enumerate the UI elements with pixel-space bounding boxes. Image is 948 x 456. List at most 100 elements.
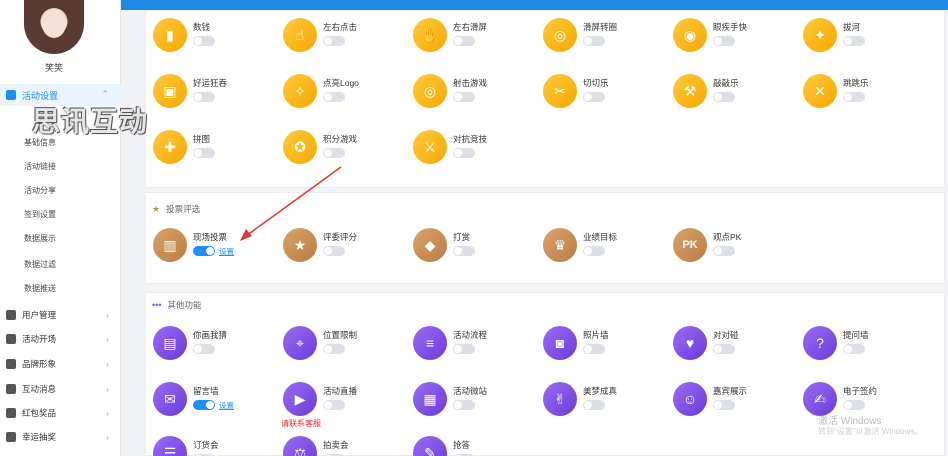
feature-tile[interactable]: ✪ 积分游戏 xyxy=(283,127,413,171)
slice-icon[interactable]: ✂ xyxy=(543,74,577,108)
feature-toggle[interactable] xyxy=(713,92,735,102)
feature-toggle[interactable] xyxy=(453,92,475,102)
sidebar-menu-item[interactable]: 活动开场 › xyxy=(0,327,121,351)
torch-icon[interactable]: ✧ xyxy=(283,74,317,108)
feature-toggle[interactable] xyxy=(193,92,215,102)
feature-tile[interactable]: ◎ 滑屏转圈 xyxy=(543,15,673,59)
puzzle-icon[interactable]: ✚ xyxy=(153,130,187,164)
clapper-icon[interactable]: ▤ xyxy=(153,326,187,360)
question-icon[interactable]: ? xyxy=(803,326,837,360)
avatar[interactable] xyxy=(24,0,84,54)
feature-toggle[interactable] xyxy=(323,400,345,410)
feature-tile[interactable]: ♛ 业绩目标 xyxy=(543,225,673,269)
spin-icon[interactable]: ◎ xyxy=(543,18,577,52)
battle-icon[interactable]: ⚔ xyxy=(413,130,447,164)
tap-icon[interactable]: ☝ xyxy=(283,18,317,52)
feature-tile[interactable]: ⌖ 位置限制 xyxy=(283,323,413,367)
feature-tile[interactable]: ☺ 嘉宾展示 xyxy=(673,379,803,423)
money-icon[interactable]: ▮ xyxy=(153,18,187,52)
feature-toggle[interactable] xyxy=(323,344,345,354)
feature-tile[interactable]: ✋ 左右滑屏 xyxy=(413,15,543,59)
feature-tile[interactable]: ✉ 留言墙 设置 xyxy=(153,379,283,423)
feature-toggle[interactable] xyxy=(453,246,475,256)
feature-toggle[interactable] xyxy=(583,92,605,102)
settings-link[interactable]: 设置 xyxy=(219,246,234,257)
feature-toggle[interactable] xyxy=(453,400,475,410)
feature-tile[interactable]: ▤ 你画我猜 xyxy=(153,323,283,367)
feature-tile[interactable]: ▮ 数钱 xyxy=(153,15,283,59)
feature-tile[interactable]: ⚒ 敲敲乐 xyxy=(673,71,803,115)
bucket-icon[interactable]: ▣ xyxy=(153,74,187,108)
camera-icon[interactable]: ◙ xyxy=(543,326,577,360)
feature-tile[interactable]: ≡ 活动流程 xyxy=(413,323,543,367)
feature-toggle[interactable] xyxy=(713,400,735,410)
feature-toggle[interactable] xyxy=(323,246,345,256)
feature-toggle[interactable] xyxy=(453,148,475,158)
phone-icon[interactable]: ▦ xyxy=(413,382,447,416)
feature-toggle[interactable] xyxy=(583,344,605,354)
feature-tile[interactable]: ? 提问墙 xyxy=(803,323,933,367)
tug-icon[interactable]: ✦ xyxy=(803,18,837,52)
feature-tile[interactable]: ◙ 照片墙 xyxy=(543,323,673,367)
submenu-item[interactable]: 活动分享 xyxy=(0,178,121,202)
bar-icon[interactable]: ▥ xyxy=(153,228,187,262)
feature-toggle[interactable] xyxy=(713,36,735,46)
submenu-item[interactable]: 活动链接 xyxy=(0,154,121,178)
swipe-icon[interactable]: ✋ xyxy=(413,18,447,52)
trophy-icon[interactable]: ♛ xyxy=(543,228,577,262)
answer-icon[interactable]: ✎ xyxy=(413,436,447,456)
feature-tile[interactable]: ▶ 活动直播 请联系客服 xyxy=(281,379,413,428)
order-icon[interactable]: ☰ xyxy=(153,436,187,456)
feature-toggle[interactable] xyxy=(583,400,605,410)
feature-tile[interactable]: ✧ 点亮Logo xyxy=(283,71,413,115)
feature-tile[interactable]: ♥ 对对碰 xyxy=(673,323,803,367)
submenu-item[interactable]: 数据展示 xyxy=(0,226,121,250)
pk-icon[interactable]: PK xyxy=(673,228,707,262)
feature-tile[interactable]: ✦ 拔河 xyxy=(803,15,933,59)
sign-icon[interactable]: ✍ xyxy=(803,382,837,416)
feature-toggle[interactable] xyxy=(713,246,735,256)
submenu-item[interactable]: 数据推送 xyxy=(0,276,121,300)
hammer-icon[interactable]: ⚒ xyxy=(673,74,707,108)
feature-toggle[interactable] xyxy=(843,36,865,46)
feature-tile[interactable]: ✂ 切切乐 xyxy=(543,71,673,115)
score-icon[interactable]: ✪ xyxy=(283,130,317,164)
feature-tile[interactable]: ★ 评委评分 xyxy=(283,225,413,269)
feature-toggle[interactable] xyxy=(453,344,475,354)
feature-toggle[interactable] xyxy=(843,344,865,354)
feature-tile[interactable]: ☝ 左右点击 xyxy=(283,15,413,59)
judge-icon[interactable]: ★ xyxy=(283,228,317,262)
message-icon[interactable]: ✉ xyxy=(153,382,187,416)
target-icon[interactable]: ◎ xyxy=(413,74,447,108)
feature-toggle[interactable] xyxy=(193,148,215,158)
feature-toggle[interactable] xyxy=(583,246,605,256)
layers-icon[interactable]: ≡ xyxy=(413,326,447,360)
feature-tile[interactable]: ◎ 射击游戏 xyxy=(413,71,543,115)
sidebar-menu-item[interactable]: 幸运抽奖 › xyxy=(0,425,121,449)
settings-link[interactable]: 设置 xyxy=(219,400,234,411)
feature-toggle[interactable] xyxy=(453,36,475,46)
submenu-item[interactable]: 签到设置 xyxy=(0,202,121,226)
feature-tile[interactable]: ✌ 美梦成真 xyxy=(543,379,673,423)
hand-icon[interactable]: ✌ xyxy=(543,382,577,416)
auction-icon[interactable]: ⚖ xyxy=(283,436,317,456)
eye-icon[interactable]: ◉ xyxy=(673,18,707,52)
feature-tile[interactable]: ✚ 拼图 xyxy=(153,127,283,171)
feature-tile[interactable]: ▦ 活动微站 xyxy=(413,379,543,423)
sidebar-menu-item[interactable]: 品牌形象 › xyxy=(0,352,121,376)
guest-icon[interactable]: ☺ xyxy=(673,382,707,416)
feature-tile[interactable]: ◉ 眼疾手快 xyxy=(673,15,803,59)
feature-tile[interactable]: ⚔ 对抗竞技 xyxy=(413,127,543,171)
feature-toggle[interactable] xyxy=(713,344,735,354)
feature-tile[interactable]: ✎ 抢答 xyxy=(413,433,543,456)
feature-toggle[interactable] xyxy=(323,36,345,46)
feature-tile[interactable]: ☰ 订货会 xyxy=(153,433,283,456)
feature-toggle[interactable] xyxy=(843,92,865,102)
feature-toggle[interactable] xyxy=(193,246,215,256)
sidebar-menu-item[interactable]: 红包奖品 › xyxy=(0,401,121,425)
heart-icon[interactable]: ♥ xyxy=(673,326,707,360)
feature-toggle[interactable] xyxy=(323,92,345,102)
pin-icon[interactable]: ⌖ xyxy=(283,326,317,360)
feature-toggle[interactable] xyxy=(193,344,215,354)
feature-tile[interactable]: ▣ 好运狂吞 xyxy=(153,71,283,115)
